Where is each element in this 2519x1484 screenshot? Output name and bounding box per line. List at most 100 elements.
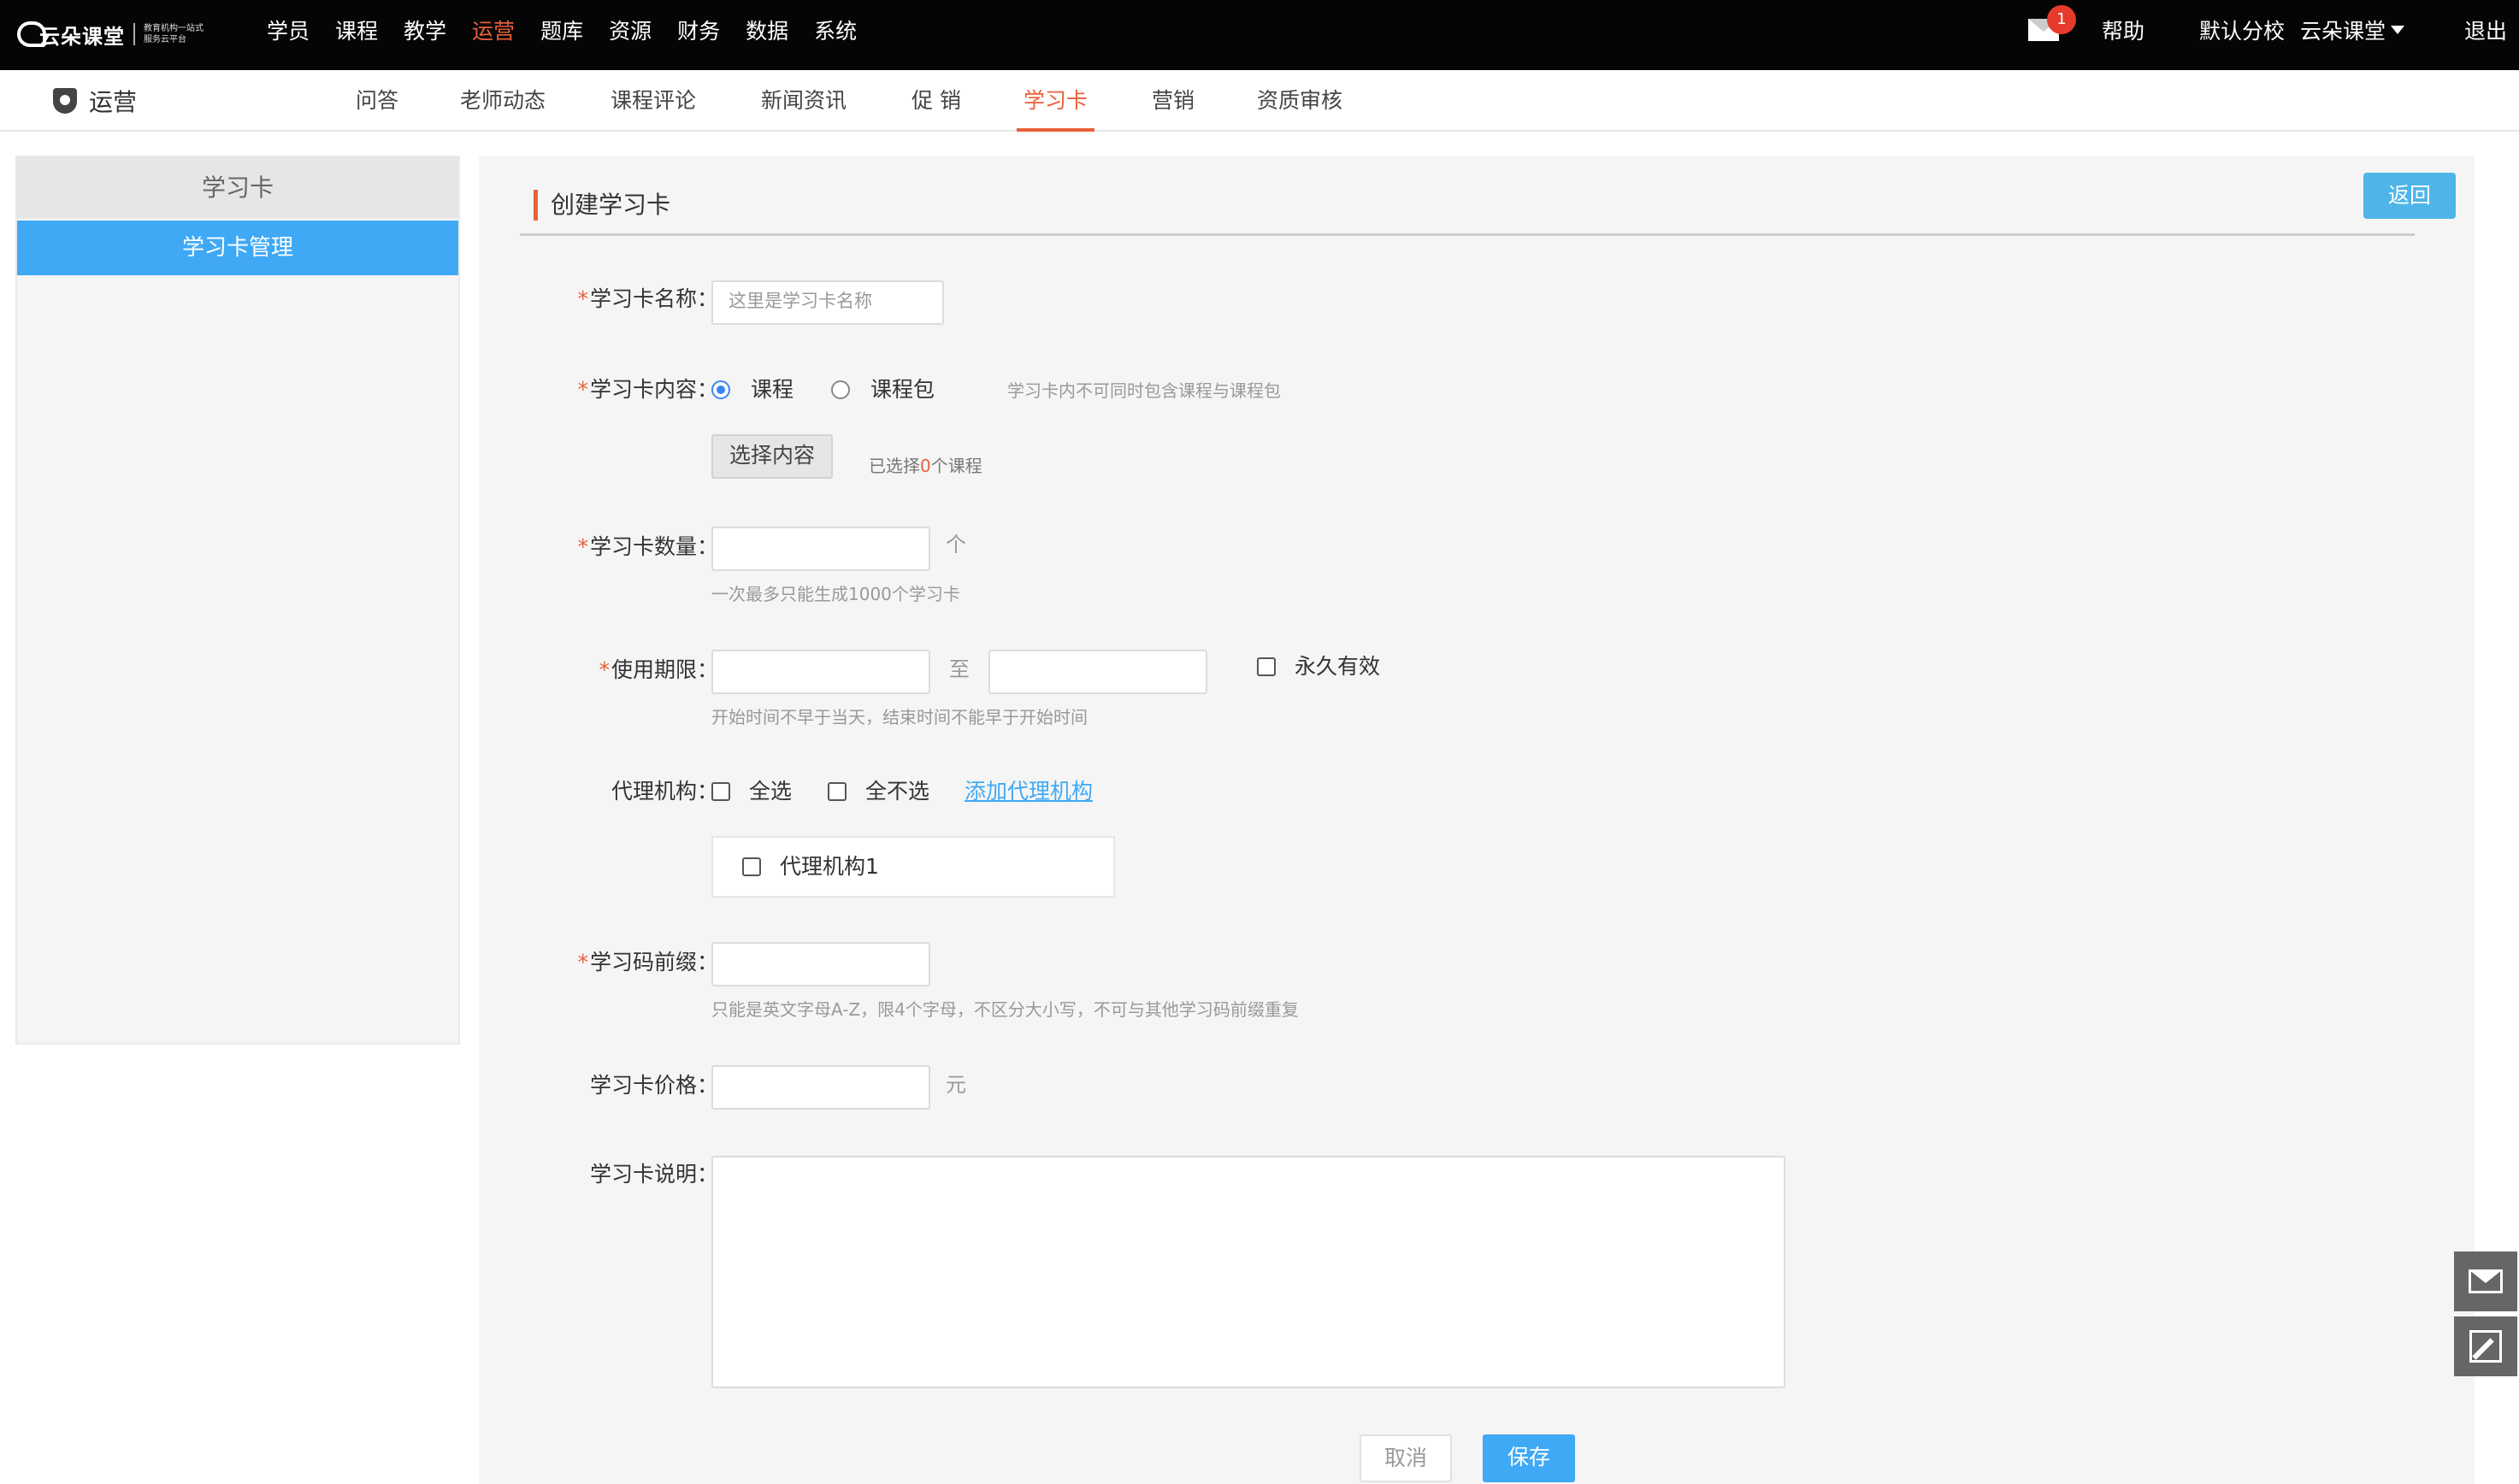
agency-list: 代理机构1 bbox=[711, 836, 1115, 898]
card-name-input[interactable]: 这里是学习卡名称 bbox=[711, 280, 944, 325]
code-prefix-input[interactable] bbox=[711, 942, 930, 986]
main-nav: 学员 课程 教学 运营 题库 资源 财务 数据 系统 bbox=[267, 0, 882, 60]
end-date-input[interactable] bbox=[988, 650, 1207, 694]
selected-count-text: 已选择0个课程 bbox=[869, 456, 982, 476]
logo-slogan: 教育机构一站式服务云平台 bbox=[144, 24, 204, 44]
sidebar: 学习卡 学习卡管理 bbox=[15, 156, 460, 1045]
nav-item-resources[interactable]: 资源 bbox=[609, 15, 652, 45]
required-mark: * bbox=[577, 950, 588, 975]
quantity-unit: 个 bbox=[946, 533, 966, 556]
panel-header: 创建学习卡 返回 bbox=[520, 156, 2456, 236]
nav-item-question-bank[interactable]: 题库 bbox=[540, 15, 583, 45]
content-hint: 学习卡内不可同时包含课程与课程包 bbox=[1007, 380, 1281, 401]
branch-name: 默认分校 bbox=[2199, 19, 2286, 44]
start-date-input[interactable] bbox=[711, 650, 930, 694]
tab-course-reviews[interactable]: 课程评论 bbox=[611, 70, 696, 132]
agency-item-label: 代理机构1 bbox=[780, 854, 879, 879]
nav-item-teaching[interactable]: 教学 bbox=[404, 15, 446, 45]
account-menu[interactable]: 云朵课堂 bbox=[2300, 0, 2410, 60]
tab-study-card[interactable]: 学习卡 bbox=[1016, 70, 1095, 132]
agency-select-all[interactable]: 全选 bbox=[711, 776, 792, 807]
unread-badge: 1 bbox=[2047, 5, 2076, 34]
agency-select-none[interactable]: 全不选 bbox=[828, 776, 929, 807]
nav-item-students[interactable]: 学员 bbox=[267, 15, 310, 45]
logout-link[interactable]: 退出 bbox=[2464, 0, 2507, 60]
sidebar-heading: 学习卡 bbox=[17, 157, 458, 219]
tab-teacher-news[interactable]: 老师动态 bbox=[460, 70, 546, 132]
save-button[interactable]: 保存 bbox=[1483, 1434, 1575, 1482]
agency-label: 代理机构： bbox=[611, 779, 718, 804]
create-card-panel: 创建学习卡 返回 *学习卡名称： 这里是学习卡名称 *学习卡内容： 课程 课程包… bbox=[479, 156, 2475, 1484]
add-agency-link[interactable]: 添加代理机构 bbox=[965, 776, 1093, 807]
selected-count: 0 bbox=[920, 456, 931, 476]
caret-down-icon bbox=[2391, 26, 2405, 34]
tab-qa[interactable]: 问答 bbox=[356, 70, 398, 132]
back-button[interactable]: 返回 bbox=[2363, 173, 2456, 219]
forever-valid-option[interactable]: 永久有效 bbox=[1257, 651, 1380, 682]
float-feedback-button[interactable] bbox=[2454, 1316, 2517, 1376]
name-label: *学习卡名称： bbox=[577, 286, 718, 311]
radio-course-label: 课程 bbox=[751, 377, 794, 402]
brand-logo[interactable]: 云朵课堂 教育机构一站式服务云平台 bbox=[17, 14, 209, 55]
module-name: 运营 bbox=[89, 88, 138, 116]
card-price-input[interactable] bbox=[711, 1065, 930, 1110]
prefix-label: *学习码前缀： bbox=[577, 950, 718, 975]
select-all-checkbox[interactable] bbox=[711, 782, 730, 801]
content-option-package[interactable]: 课程包 bbox=[831, 374, 935, 405]
price-unit: 元 bbox=[946, 1073, 966, 1097]
mail-icon bbox=[2469, 1269, 2503, 1293]
content-option-course[interactable]: 课程 bbox=[711, 374, 793, 405]
title-accent-bar bbox=[534, 190, 538, 221]
card-description-textarea[interactable] bbox=[711, 1156, 1785, 1388]
account-name: 云朵课堂 bbox=[2300, 19, 2386, 44]
tab-marketing[interactable]: 营销 bbox=[1152, 70, 1195, 132]
nav-item-data[interactable]: 数据 bbox=[746, 15, 788, 45]
logo-name: 云朵课堂 bbox=[39, 24, 125, 49]
module-title: 运营 bbox=[53, 70, 137, 132]
radio-package-label: 课程包 bbox=[870, 377, 935, 402]
agency-item[interactable]: 代理机构1 bbox=[742, 851, 879, 882]
nav-item-operations[interactable]: 运营 bbox=[472, 15, 515, 45]
quantity-label: *学习卡数量： bbox=[577, 534, 718, 559]
required-mark: * bbox=[577, 286, 588, 311]
nav-item-courses[interactable]: 课程 bbox=[335, 15, 378, 45]
top-navbar: 云朵课堂 教育机构一站式服务云平台 学员 课程 教学 运营 题库 资源 财务 数… bbox=[0, 0, 2519, 70]
sidebar-item-study-card-management[interactable]: 学习卡管理 bbox=[17, 221, 458, 275]
nav-item-system[interactable]: 系统 bbox=[814, 15, 857, 45]
cancel-button[interactable]: 取消 bbox=[1360, 1434, 1452, 1482]
tab-news[interactable]: 新闻资讯 bbox=[761, 70, 847, 132]
help-link[interactable]: 帮助 bbox=[2102, 0, 2144, 60]
required-mark: * bbox=[577, 377, 588, 402]
float-message-button[interactable] bbox=[2454, 1251, 2517, 1311]
agency-item-checkbox[interactable] bbox=[742, 857, 761, 876]
tab-qualification-review[interactable]: 资质审核 bbox=[1257, 70, 1342, 132]
price-label: 学习卡价格： bbox=[589, 1073, 718, 1098]
page-title: 创建学习卡 bbox=[551, 191, 671, 219]
messages-button[interactable]: 1 bbox=[2028, 5, 2076, 41]
shield-icon bbox=[53, 88, 77, 114]
content-label: *学习卡内容： bbox=[577, 377, 718, 402]
select-all-label: 全选 bbox=[749, 779, 793, 804]
radio-course[interactable] bbox=[711, 380, 730, 399]
forever-valid-checkbox[interactable] bbox=[1257, 657, 1276, 676]
radio-package[interactable] bbox=[831, 380, 850, 399]
forever-valid-label: 永久有效 bbox=[1295, 654, 1381, 679]
required-mark: * bbox=[577, 534, 588, 559]
select-content-button[interactable]: 选择内容 bbox=[711, 434, 833, 479]
description-label: 学习卡说明： bbox=[589, 1162, 718, 1187]
nav-item-finance[interactable]: 财务 bbox=[677, 15, 720, 45]
period-hint: 开始时间不早于当天，结束时间不能早于开始时间 bbox=[711, 707, 1088, 727]
card-quantity-input[interactable] bbox=[711, 527, 930, 571]
required-mark: * bbox=[599, 657, 610, 682]
tab-promotion[interactable]: 促 销 bbox=[911, 70, 961, 132]
select-none-checkbox[interactable] bbox=[828, 782, 847, 801]
sub-navbar: 运营 问答 老师动态 课程评论 新闻资讯 促 销 学习卡 营销 资质审核 bbox=[0, 70, 2519, 132]
quantity-hint: 一次最多只能生成1000个学习卡 bbox=[711, 584, 960, 604]
period-separator: 至 bbox=[949, 657, 970, 681]
edit-icon bbox=[2469, 1330, 2502, 1363]
cloud-logo-icon bbox=[17, 21, 46, 47]
period-label: *使用期限： bbox=[599, 657, 718, 682]
prefix-hint: 只能是英文字母A-Z，限4个字母，不区分大小写，不可与其他学习码前缀重复 bbox=[711, 999, 1299, 1020]
select-none-label: 全不选 bbox=[865, 779, 930, 804]
logo-divider bbox=[133, 23, 135, 45]
